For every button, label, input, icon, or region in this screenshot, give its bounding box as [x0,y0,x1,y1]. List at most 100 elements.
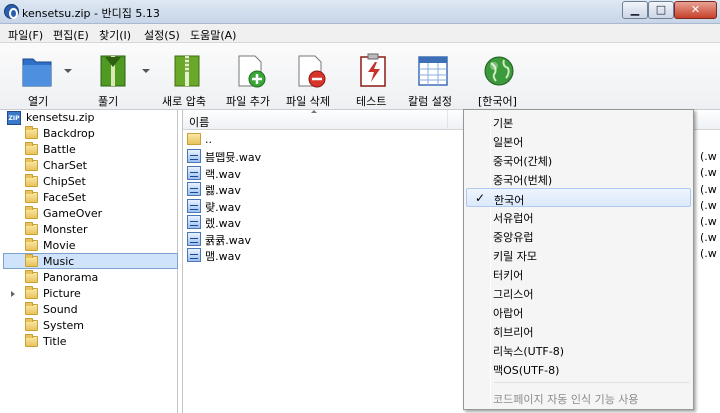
wav-file-icon [187,182,201,196]
bandizip-app-icon [4,4,19,19]
window-title: kensetsu.zip - 반디집 5.13 [22,7,160,20]
menu-item-label: 중앙유럽 [493,231,534,244]
list-item[interactable]: 렗.wav [187,181,447,197]
menu-separator [494,382,689,383]
menu-settings[interactable]: 설정(S) [144,27,180,43]
maximize-button[interactable]: □ [648,1,674,19]
menu-edit[interactable]: 편집(E) [53,27,89,43]
folder-icon [25,126,38,139]
menu-item-japanese[interactable]: 일본어 [466,131,691,150]
menu-item-label: 코드페이지 자동 인식 기능 사용 [493,393,639,406]
list-item-parent[interactable]: .. [187,132,447,148]
menu-item-chinese-simplified[interactable]: 중국어(간체) [466,150,691,169]
tree-item-label: Sound [43,303,78,316]
extract-dropdown-arrow[interactable] [142,69,150,73]
wav-file-icon [187,232,201,246]
expand-arrow-icon[interactable] [11,291,15,297]
menu-item-macos-utf8[interactable]: 맥OS(UTF-8) [466,359,691,378]
column-header-name[interactable]: 이름 [183,110,448,130]
folder-icon [25,174,38,187]
menu-item-label: 터키어 [493,269,524,282]
close-button[interactable]: ✕ [674,1,717,19]
minimize-button[interactable]: ▁ [622,1,648,19]
column-type-cell: (.w [700,150,717,163]
menu-item-linux-utf8[interactable]: 리눅스(UTF-8) [466,340,691,359]
add-file-icon [238,55,266,88]
menu-item-label: 그리스어 [493,288,534,301]
tree-item-label: Title [43,335,67,348]
menu-item-label: 한국어 [494,194,525,207]
new-archive-button[interactable]: 새로 압축 [160,47,216,108]
menu-help[interactable]: 도움말(A) [190,27,236,43]
list-item[interactable]: 렜.wav [187,214,447,230]
tree-item-music[interactable]: Music [3,253,178,269]
menu-item-label: 리눅스(UTF-8) [493,345,565,358]
menu-file[interactable]: 파일(F) [8,27,43,43]
tree-item-movie[interactable]: Movie [3,238,178,254]
folder-icon [25,286,38,299]
test-icon [360,53,386,87]
tree-root[interactable]: ZIP kensetsu.zip [3,110,178,126]
file-name: 랙.wav [205,168,241,181]
menu-item-western-european[interactable]: 서유럽어 [466,207,691,226]
tree-item-charset[interactable]: CharSet [3,158,178,174]
folder-icon [25,222,38,235]
folder-icon [25,254,38,267]
folder-tree: ZIP kensetsu.zip Backdrop Battle CharSet… [3,110,178,413]
menu-item-arabic[interactable]: 아랍어 [466,302,691,321]
language-button[interactable]: [한국어] [476,47,526,108]
tree-item-monster[interactable]: Monster [3,222,178,238]
wav-file-icon [187,149,201,163]
menu-item-turkish[interactable]: 터키어 [466,264,691,283]
tree-item-chipset[interactable]: ChipSet [3,174,178,190]
column-settings-icon [418,56,448,86]
list-item[interactable]: 븜뗍뮷.wav [187,148,447,164]
open-dropdown-arrow[interactable] [64,69,72,73]
menu-bar: 파일(F) 편집(E) 찾기(I) 설정(S) 도움말(A) [0,24,720,43]
new-archive-label: 새로 압축 [162,95,206,108]
column-settings-button[interactable]: 칼럼 설정 [406,47,462,108]
menu-item-label: 히브리어 [493,326,534,339]
extract-button[interactable]: 풀기 [92,47,152,108]
globe-icon [484,56,514,86]
menu-item-chinese-traditional[interactable]: 중국어(번체) [466,169,691,188]
language-label: [한국어] [478,95,517,108]
tree-item-label: CharSet [43,159,87,172]
tree-item-sound[interactable]: Sound [3,302,178,318]
menu-item-hebrew[interactable]: 히브리어 [466,321,691,340]
tree-item-system[interactable]: System [3,318,178,334]
add-file-button[interactable]: 파일 추가 [224,47,280,108]
tree-item-faceset[interactable]: FaceSet [3,190,178,206]
tree-item-picture[interactable]: Picture [3,286,178,302]
file-name: 맴.wav [205,250,241,263]
open-button[interactable]: 열기 [16,47,72,108]
tree-item-label: System [43,319,85,332]
menu-item-label: 맥OS(UTF-8) [493,364,560,377]
list-item[interactable]: 맴.wav [187,247,447,263]
menu-find[interactable]: 찾기(I) [99,27,131,43]
parent-folder-icon [187,133,201,145]
column-type-cell: (.w [700,166,717,179]
tree-item-title[interactable]: Title [3,334,178,350]
menu-item-korean[interactable]: ✓ 한국어 [466,188,691,207]
tree-item-battle[interactable]: Battle [3,142,178,158]
list-item[interactable]: 큙큙.wav [187,231,447,247]
menu-item-default[interactable]: 기본 [466,112,691,131]
compress-icon [174,55,200,87]
folder-icon [25,142,38,155]
tree-item-label: Monster [43,223,88,236]
folder-icon [25,270,38,283]
menu-item-greek[interactable]: 그리스어 [466,283,691,302]
menu-item-cyrillic[interactable]: 키릴 자모 [466,245,691,264]
column-type-cell: (.w [700,247,717,260]
tree-item-gameover[interactable]: GameOver [3,206,178,222]
tree-item-backdrop[interactable]: Backdrop [3,126,178,142]
sort-ascending-icon [311,110,317,113]
list-item[interactable]: 럊.wav [187,198,447,214]
test-label: 테스트 [356,95,387,108]
tree-item-panorama[interactable]: Panorama [3,270,178,286]
delete-file-button[interactable]: 파일 삭제 [284,47,340,108]
test-button[interactable]: 테스트 [350,47,400,108]
menu-item-central-european[interactable]: 중앙유럽 [466,226,691,245]
list-item[interactable]: 랙.wav [187,165,447,181]
